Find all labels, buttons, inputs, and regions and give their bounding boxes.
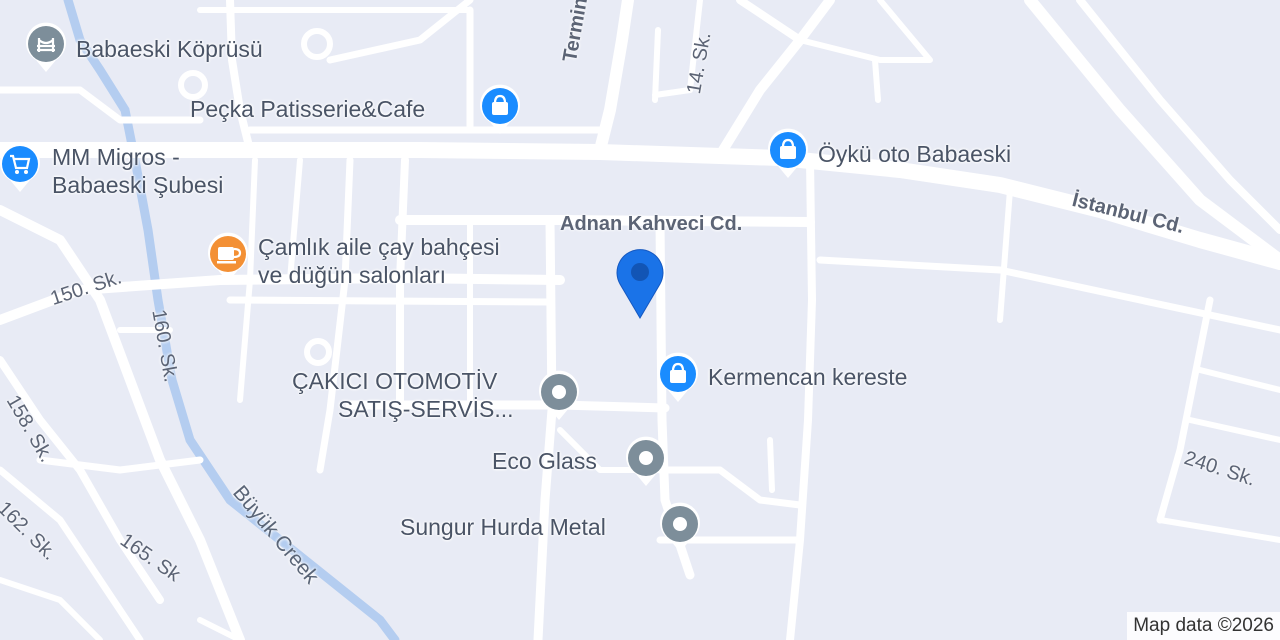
poi-pin-oyku-oto[interactable] [766,128,810,180]
roundabout-3 [304,338,332,366]
bridge-icon [26,22,67,72]
shopping-bag-icon [658,352,698,402]
road-vertical-mid [786,156,816,640]
road-east-6 [1157,517,1280,543]
shopping-cart-icon [0,142,41,192]
poi-label-babaeski-koprusu[interactable]: Babaeski Köprüsü [76,38,263,61]
location-marker-icon [616,249,664,319]
poi-label-migros-line1[interactable]: MM Migros - [52,146,180,169]
map-canvas[interactable]: Terminal Cd. 14. Sk. Adnan Kahveci Cd. İ… [0,0,1280,640]
road-east-1 [997,187,1013,323]
place-dot-icon [626,436,666,486]
poi-pin-cakici[interactable] [537,370,581,422]
roundabout-1 [301,28,333,60]
poi-pin-pecka[interactable] [478,84,522,136]
place-dot-icon [539,370,579,420]
road-ne-top2 [736,0,804,44]
road-east-3 [1156,296,1214,524]
road-south-2 [767,437,775,493]
poi-pin-camlik[interactable] [206,232,250,284]
road-east-5 [1187,417,1280,443]
road-vert-350 [316,156,354,474]
poi-label-camlik-line2[interactable]: ve düğün salonları [258,264,446,287]
poi-pin-eco-glass[interactable] [624,436,668,488]
road-highway-ne-2 [1076,0,1280,234]
poi-pin-sungur[interactable] [658,502,702,554]
poi-pin-migros[interactable] [0,142,42,194]
road-west-4 [36,456,204,474]
poi-pin-kermencan[interactable] [656,352,700,404]
roundabout-2 [178,70,208,100]
poi-label-kermencan[interactable]: Kermencan kereste [708,366,907,389]
road-west-5 [0,86,204,124]
poi-label-camlik-line1[interactable]: Çamlık aile çay bahçesi [258,236,500,259]
road-west-6 [0,577,103,640]
road-ne-top3 [872,57,881,103]
coffee-cup-icon [208,232,248,282]
poi-label-migros-line2[interactable]: Babaeski Şubesi [52,174,223,197]
road-nw-1 [226,0,254,154]
poi-pin-babaeski-koprusu[interactable] [24,22,68,74]
poi-label-cakici-line2[interactable]: SATIŞ-SERVİS... [338,398,514,421]
poi-label-eco-glass[interactable]: Eco Glass [492,450,597,473]
poi-label-pecka[interactable]: Peçka Patisserie&Cafe [190,98,425,121]
shopping-bag-icon [768,128,808,178]
poi-label-oyku-oto[interactable]: Öykü oto Babaeski [818,143,1011,166]
road-west-3 [0,466,144,640]
poi-label-sungur[interactable]: Sungur Hurda Metal [400,516,606,539]
road-east-2 [816,256,1280,334]
road-14sk-2 [652,27,661,103]
road-east-4 [1197,367,1280,393]
place-dot-icon [660,502,700,552]
road-mid-ew [226,296,554,306]
road-terminal [594,0,634,156]
street-label-adnan: Adnan Kahveci Cd. [560,213,743,235]
road-lower-ew2 [656,466,804,509]
map-attribution: Map data ©2026 [1127,612,1280,640]
poi-label-cakici-line1[interactable]: ÇAKICI OTOMOTİV [292,370,497,393]
shopping-bag-icon [480,84,520,134]
location-pin-icon[interactable] [612,246,668,322]
